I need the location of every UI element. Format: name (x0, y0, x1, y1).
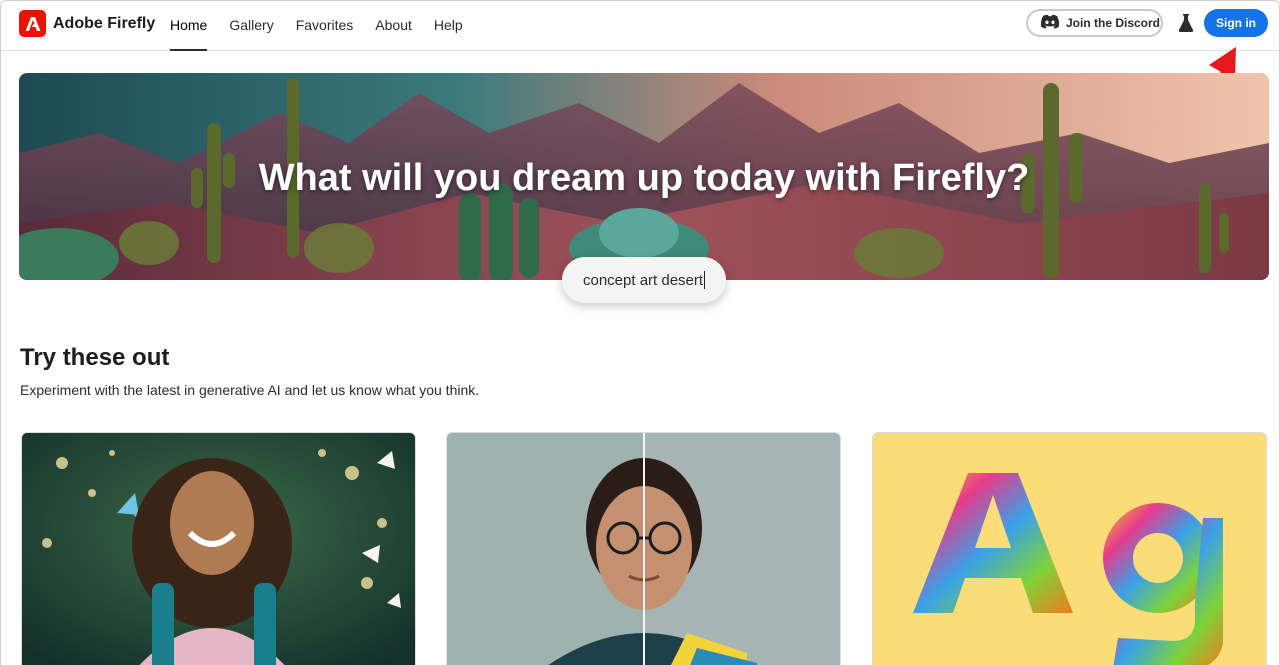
join-discord-button[interactable]: Join the Discord (1026, 9, 1163, 37)
furry-text-effect-image (873, 433, 1266, 665)
hero-title: What will you dream up today with Firefl… (258, 157, 1030, 199)
sign-in-button[interactable]: Sign in (1204, 9, 1268, 37)
feature-card-generative-fill[interactable] (446, 432, 841, 665)
prompt-input[interactable]: concept art desert (562, 257, 726, 303)
nav-link-favorites[interactable]: Favorites (296, 1, 354, 51)
nav-link-gallery[interactable]: Gallery (229, 1, 273, 51)
join-discord-label: Join the Discord (1066, 16, 1161, 30)
hero-banner: What will you dream up today with Firefl… (19, 73, 1269, 280)
nav-links: Home Gallery Favorites About Help (170, 1, 485, 51)
feature-card-text-to-image[interactable] (21, 432, 416, 665)
text-caret (704, 271, 706, 289)
top-navigation: Adobe Firefly Home Gallery Favorites Abo… (1, 1, 1279, 51)
brand-name: Adobe Firefly (53, 14, 156, 32)
browser-frame: Adobe Firefly Home Gallery Favorites Abo… (0, 0, 1280, 665)
nav-link-home[interactable]: Home (170, 1, 208, 51)
nav-link-help[interactable]: Help (434, 1, 463, 51)
adobe-logo-icon (19, 10, 46, 37)
brand[interactable]: Adobe Firefly (19, 10, 155, 37)
section-subtitle: Experiment with the latest in generative… (20, 382, 480, 398)
flask-icon[interactable] (1177, 13, 1195, 33)
discord-icon (1040, 14, 1060, 32)
prompt-input-value: concept art desert (583, 271, 704, 289)
feature-card-text-effects[interactable] (872, 432, 1267, 665)
man-portrait-comparison-image (447, 433, 840, 665)
girl-butterflies-image (22, 433, 415, 665)
section-title: Try these out (20, 344, 170, 371)
nav-link-about[interactable]: About (375, 1, 412, 51)
